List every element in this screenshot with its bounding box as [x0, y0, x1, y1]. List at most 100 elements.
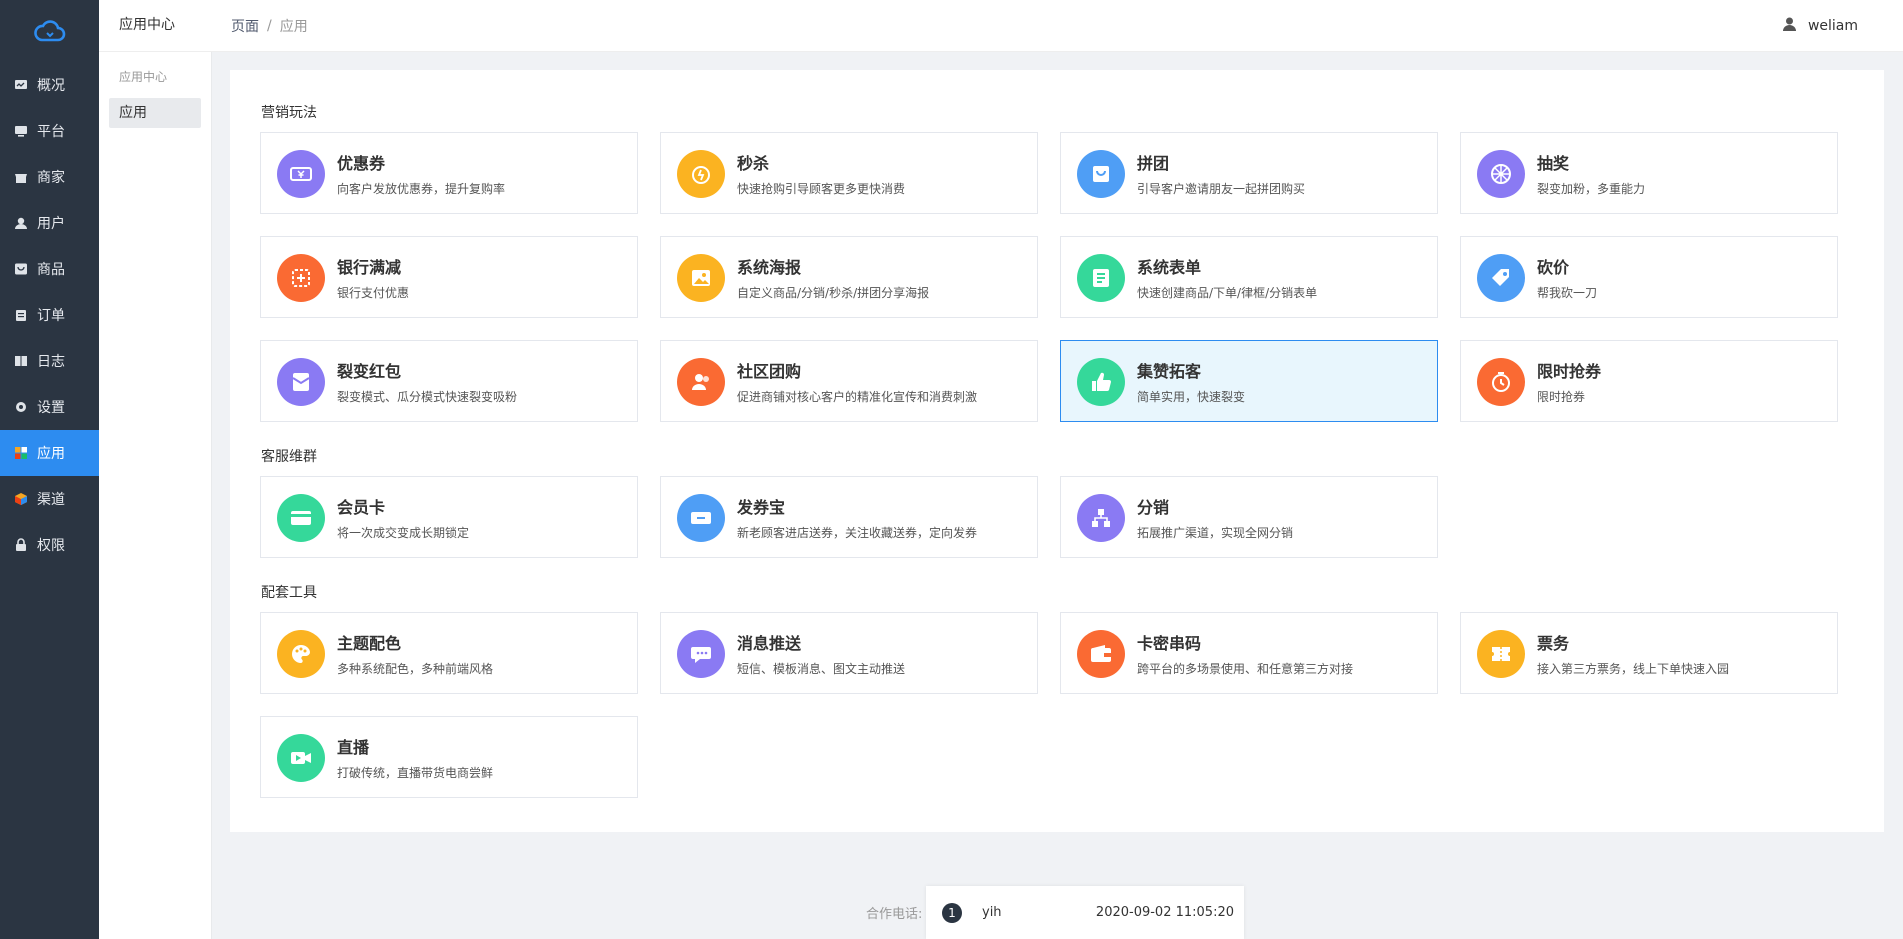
sidebar-item-7[interactable]: 设置: [0, 384, 99, 430]
notification-popup[interactable]: 1 yih 2020-09-02 11:05:20: [926, 886, 1244, 939]
sidebar-item-label: 商家: [37, 170, 65, 186]
coupon-icon: [277, 150, 325, 198]
gear-icon: [14, 400, 28, 414]
sidebar-item-4[interactable]: 商品: [0, 246, 99, 292]
app-tile[interactable]: 系统海报 自定义商品/分销/秒杀/拼团分享海报: [660, 236, 1038, 318]
bag-icon: [1077, 150, 1125, 198]
sidebar-item-label: 应用: [37, 446, 65, 462]
app-tile[interactable]: 会员卡 将一次成交变成长期锁定: [260, 476, 638, 558]
apps-panel: 营销玩法 客服维群 配套工具 优惠券 向客户发放优惠券，提升复购率 秒杀 快速抢购引导…: [230, 70, 1884, 832]
card-icon: [277, 494, 325, 542]
user-menu[interactable]: weliam: [1782, 0, 1858, 51]
app-tile[interactable]: 裂变红包 裂变模式、瓜分模式快速裂变吸粉: [260, 340, 638, 422]
app-description: 简单实用，快速裂变: [1137, 390, 1246, 404]
goods-icon: [14, 262, 28, 276]
app-tile[interactable]: 集赞拓客简单实用，快速裂变: [1060, 340, 1438, 422]
app-description: 银行支付优惠: [337, 286, 410, 300]
app-description: 促进商铺对核心客户的精准化宣传和消费刺激: [737, 390, 978, 404]
palette-icon: [277, 630, 325, 678]
dashboard-icon: [14, 78, 28, 92]
sidebar-item-label: 设置: [37, 400, 65, 416]
app-tile[interactable]: 秒杀 快速抢购引导顾客更多更快消费: [660, 132, 1038, 214]
app-title: 票务: [1537, 634, 1570, 653]
app-tile[interactable]: 主题配色 多种系统配色，多种前端风格: [260, 612, 638, 694]
app-title: 集赞拓客: [1137, 362, 1202, 381]
section-title-marketing: 营销玩法: [261, 105, 317, 121]
footer-contact-label: 合作电话:: [866, 907, 923, 922]
app-title: 系统海报: [737, 258, 802, 277]
app-description: 多种系统配色，多种前端风格: [337, 662, 494, 676]
app-description: 快速创建商品/下单/律框/分销表单: [1137, 286, 1318, 300]
subnav-item-apps[interactable]: 应用: [109, 98, 201, 128]
video-icon: [277, 734, 325, 782]
app-title: 直播: [337, 738, 370, 757]
app-title: 抽奖: [1537, 154, 1570, 173]
tag-icon: [1477, 254, 1525, 302]
app-tile[interactable]: 票务 接入第三方票务，线上下单快速入园: [1460, 612, 1838, 694]
app-description: 帮我砍一刀: [1537, 286, 1598, 300]
app-tile[interactable]: 社区团购 促进商铺对核心客户的精准化宣传和消费刺激: [660, 340, 1038, 422]
app-title: 系统表单: [1137, 258, 1202, 277]
sidebar-item-0[interactable]: 概况: [0, 62, 99, 108]
app-title: 秒杀: [737, 154, 770, 173]
clipboard-icon: [14, 308, 28, 322]
app-title: 优惠券: [337, 154, 386, 173]
app-tile[interactable]: 直播打破传统，直播带货电商尝鲜: [260, 716, 638, 798]
cube-icon: [14, 492, 28, 506]
sidebar-item-2[interactable]: 商家: [0, 154, 99, 200]
app-description: 新老顾客进店送券，关注收藏送券，定向发券: [737, 526, 978, 540]
store-icon: [14, 170, 28, 184]
app-tile[interactable]: 分销 拓展推广渠道，实现全网分销: [1060, 476, 1438, 558]
breadcrumb-root[interactable]: 页面: [231, 16, 259, 36]
sidebar-item-10[interactable]: 权限: [0, 522, 99, 568]
sidebar-item-9[interactable]: 渠道: [0, 476, 99, 522]
subnav-title: 应用中心: [99, 0, 211, 52]
sidebar-item-label: 渠道: [37, 492, 65, 508]
app-title: 发券宝: [737, 498, 786, 517]
user-icon: [1782, 17, 1796, 35]
sidebar-item-label: 用户: [37, 216, 65, 232]
logo[interactable]: [0, 0, 99, 62]
alarm-icon: [677, 150, 725, 198]
apps-icon: [14, 446, 28, 460]
sidebar-item-label: 概况: [37, 78, 65, 94]
wheel-icon: [1477, 150, 1525, 198]
discount-icon: [277, 254, 325, 302]
book-icon: [14, 354, 28, 368]
sidebar-item-8[interactable]: 应用: [0, 430, 99, 476]
app-tile[interactable]: 卡密串码 跨平台的多场景使用、和任意第三方对接: [1060, 612, 1438, 694]
sub-sidebar: 应用中心 应用中心 应用: [99, 0, 212, 939]
message-icon: [677, 630, 725, 678]
app-description: 打破传统，直播带货电商尝鲜: [337, 766, 494, 780]
app-tile[interactable]: 发券宝新老顾客进店送券，关注收藏送券，定向发券: [660, 476, 1038, 558]
section-title-tools: 配套工具: [261, 585, 317, 601]
breadcrumb-current: 应用: [279, 18, 308, 35]
monitor-icon: [14, 124, 28, 138]
stopwatch-icon: [1477, 358, 1525, 406]
app-tile[interactable]: 消息推送 短信、模板消息、图文主动推送: [660, 612, 1038, 694]
app-description: 引导客户邀请朋友一起拼团购买: [1137, 182, 1306, 196]
app-tile[interactable]: 抽奖裂变加粉，多重能力: [1460, 132, 1838, 214]
sidebar-item-6[interactable]: 日志: [0, 338, 99, 384]
sidebar-item-1[interactable]: 平台: [0, 108, 99, 154]
app-tile[interactable]: 拼团 引导客户邀请朋友一起拼团购买: [1060, 132, 1438, 214]
app-tile[interactable]: 砍价 帮我砍一刀: [1460, 236, 1838, 318]
sidebar-item-label: 权限: [37, 538, 65, 554]
main-sidebar: 概况平台商家用户商品 订单 日志设置应用渠道权限: [0, 0, 99, 939]
app-tile[interactable]: 银行满减银行支付优惠: [260, 236, 638, 318]
app-description: 裂变模式、瓜分模式快速裂变吸粉: [337, 390, 518, 404]
sidebar-item-3[interactable]: 用户: [0, 200, 99, 246]
app-title: 银行满减: [337, 258, 402, 277]
image-icon: [677, 254, 725, 302]
ticket-stub-icon: [1477, 630, 1525, 678]
notification-name: yih: [982, 905, 1002, 920]
app-tile[interactable]: 系统表单快速创建商品/下单/律框/分销表单: [1060, 236, 1438, 318]
notification-time: 2020-09-02 11:05:20: [1095, 905, 1234, 920]
app-tile[interactable]: 优惠券 向客户发放优惠券，提升复购率: [260, 132, 638, 214]
thumbs-up-icon: [1077, 358, 1125, 406]
app-description: 裂变加粉，多重能力: [1537, 182, 1646, 196]
sidebar-item-5[interactable]: 订单: [0, 292, 99, 338]
notification-badge: 1: [942, 902, 962, 923]
app-description: 限时抢券: [1537, 390, 1586, 404]
app-tile[interactable]: 限时抢券 限时抢券: [1460, 340, 1838, 422]
